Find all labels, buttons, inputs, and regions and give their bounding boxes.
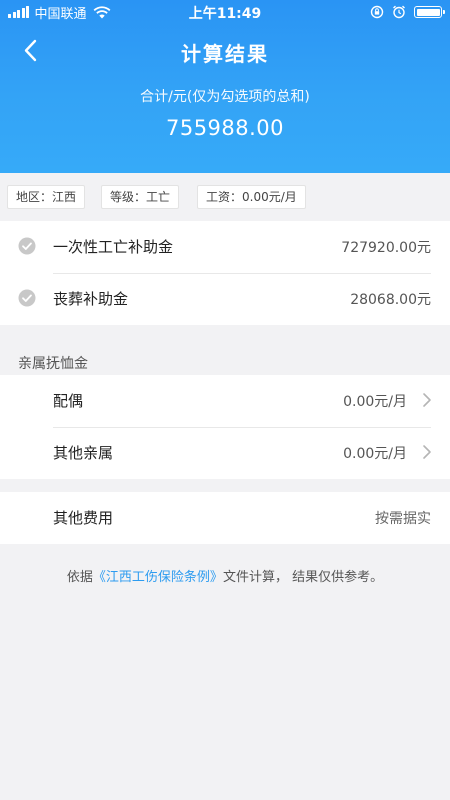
row-label: 其他亲属 bbox=[53, 444, 114, 462]
tag-level: 等级：工亡 bbox=[101, 185, 180, 209]
tag-region: 地区：江西 bbox=[7, 185, 86, 209]
relative-row-others[interactable]: 其他亲属 0.00元/月 bbox=[0, 427, 450, 479]
other-fees-label: 其他费用 bbox=[53, 509, 114, 527]
status-bar: 中国联通 上午11:49 bbox=[0, 0, 450, 24]
footer-suffix: 文件计算， 结果仅供参考。 bbox=[222, 570, 384, 585]
list-item[interactable]: 丧葬补助金 28068.00元 bbox=[0, 273, 450, 325]
relative-row-spouse[interactable]: 配偶 0.00元/月 bbox=[0, 375, 450, 427]
item-label: 丧葬补助金 bbox=[53, 290, 129, 308]
row-amount: 0.00元/月 bbox=[343, 446, 407, 462]
check-circle-icon[interactable] bbox=[18, 237, 36, 255]
item-amount: 28068.00元 bbox=[350, 292, 431, 308]
rotation-lock-icon bbox=[370, 5, 384, 19]
battery-icon bbox=[414, 6, 445, 18]
chevron-right-icon bbox=[423, 445, 431, 459]
total-label: 合计/元(仅为勾选项的总和) bbox=[140, 89, 310, 105]
section-title-relatives: 亲属抚恤金 bbox=[18, 356, 88, 372]
nav-bar: 计算结果 bbox=[0, 28, 450, 72]
list-item[interactable]: 一次性工亡补助金 727920.00元 bbox=[0, 221, 450, 273]
relatives-card: 配偶 0.00元/月 其他亲属 0.00元/月 bbox=[0, 375, 450, 479]
filter-tags: 地区：江西 等级：工亡 工资：0.00元/月 bbox=[0, 173, 450, 221]
other-fees-value: 按需据实 bbox=[375, 511, 431, 527]
chevron-right-icon bbox=[423, 393, 431, 407]
total-value: 755988.00 bbox=[165, 116, 285, 140]
footer-prefix: 依据 bbox=[66, 570, 93, 585]
check-circle-icon[interactable] bbox=[18, 289, 36, 307]
row-amount: 0.00元/月 bbox=[343, 394, 407, 410]
item-amount: 727920.00元 bbox=[341, 240, 431, 256]
tag-salary: 工资：0.00元/月 bbox=[197, 185, 306, 209]
page-title: 计算结果 bbox=[181, 42, 269, 66]
row-label: 配偶 bbox=[53, 392, 84, 410]
benefit-items-card: 一次性工亡补助金 727920.00元 丧葬补助金 28068.00元 bbox=[0, 221, 450, 325]
other-fees-row: 其他费用 按需据实 bbox=[0, 492, 450, 544]
item-label: 一次性工亡补助金 bbox=[53, 238, 174, 256]
footer-note: 依据《江西工伤保险条例》文件计算， 结果仅供参考。 bbox=[0, 566, 450, 585]
regulation-link[interactable]: 《江西工伤保险条例》 bbox=[93, 570, 223, 585]
alarm-icon bbox=[393, 5, 405, 19]
header: 中国联通 上午11:49 计算结果 合计/元(仅为勾选项的总和) 755988.… bbox=[0, 0, 450, 173]
other-fees-card: 其他费用 按需据实 bbox=[0, 492, 450, 544]
